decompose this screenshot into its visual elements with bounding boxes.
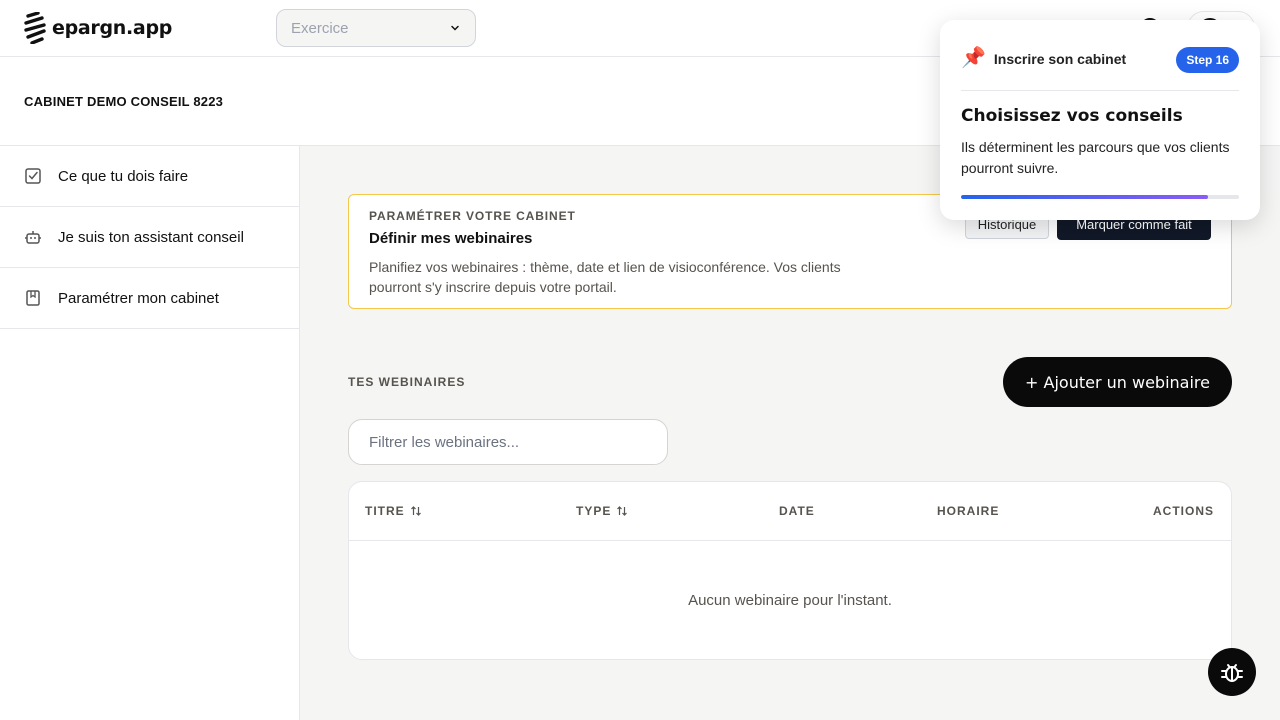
popover-header: 📌 Inscrire son cabinet Step 16 (961, 47, 1239, 91)
sort-icon (410, 506, 421, 516)
empty-state-message: Aucun webinaire pour l'instant. (688, 592, 892, 609)
popover-label: Inscrire son cabinet (993, 51, 1127, 67)
column-header-actions: ACTIONS (1153, 504, 1214, 518)
table-header: TITRE TYPE DATE HORAIRE ACTIONS (349, 482, 1231, 541)
onboarding-popover: 📌 Inscrire son cabinet Step 16 Choisisse… (940, 20, 1260, 220)
sidebar: Ce que tu dois faire Je suis ton assista… (0, 146, 300, 720)
task-category: PARAMÉTRER VOTRE CABINET (369, 209, 576, 223)
column-label: TYPE (576, 504, 612, 518)
sidebar-item-assistant[interactable]: Je suis ton assistant conseil (0, 207, 299, 268)
sort-icon (617, 506, 628, 516)
bug-report-button[interactable] (1208, 648, 1256, 696)
column-header-type[interactable]: TYPE (576, 504, 628, 518)
exercise-select-placeholder: Exercice (291, 19, 349, 37)
sidebar-item-todo[interactable]: Ce que tu dois faire (0, 146, 299, 207)
checklist-icon (25, 168, 41, 184)
popover-title: Choisissez vos conseils (961, 106, 1183, 126)
bug-icon (1221, 664, 1243, 682)
logo[interactable]: epargn.app (24, 12, 172, 44)
popover-body: Ils déterminent les parcours que vos cli… (961, 139, 1230, 176)
pushpin-icon: 📌 (961, 47, 986, 69)
bookmark-book-icon (26, 290, 40, 306)
task-title: Définir mes webinaires (369, 230, 533, 247)
column-label: DATE (779, 504, 815, 518)
sidebar-item-label: Paramétrer mon cabinet (58, 289, 219, 307)
exercise-select[interactable]: Exercice (276, 9, 476, 47)
webinars-section-title: TES WEBINAIRES (348, 375, 466, 389)
robot-icon (25, 231, 41, 244)
column-label: HORAIRE (937, 504, 1000, 518)
logo-mark-icon (24, 12, 46, 44)
column-header-title[interactable]: TITRE (365, 504, 422, 518)
webinars-table: TITRE TYPE DATE HORAIRE ACTIONS Aucun we… (348, 481, 1232, 660)
webinar-filter-input[interactable] (348, 419, 668, 465)
step-badge: Step 16 (1176, 47, 1239, 73)
add-webinar-button[interactable]: + Ajouter un webinaire (1003, 357, 1232, 407)
main-content: PARAMÉTRER VOTRE CABINET Définir mes web… (300, 146, 1280, 720)
sidebar-item-settings[interactable]: Paramétrer mon cabinet (0, 268, 299, 329)
brand-name: epargn.app (52, 17, 173, 39)
chevron-down-icon (451, 25, 459, 31)
sidebar-item-label: Ce que tu dois faire (58, 167, 189, 185)
org-name: CABINET DEMO CONSEIL 8223 (24, 94, 224, 109)
sidebar-item-label: Je suis ton assistant conseil (58, 228, 244, 246)
column-label: ACTIONS (1153, 504, 1214, 518)
column-header-date: DATE (779, 504, 815, 518)
task-description: Planifiez vos webinaires : thème, date e… (369, 259, 841, 295)
column-header-time: HORAIRE (937, 504, 999, 518)
progress-bar (961, 195, 1239, 199)
column-label: TITRE (365, 504, 405, 518)
progress-bar-fill (961, 195, 1209, 199)
